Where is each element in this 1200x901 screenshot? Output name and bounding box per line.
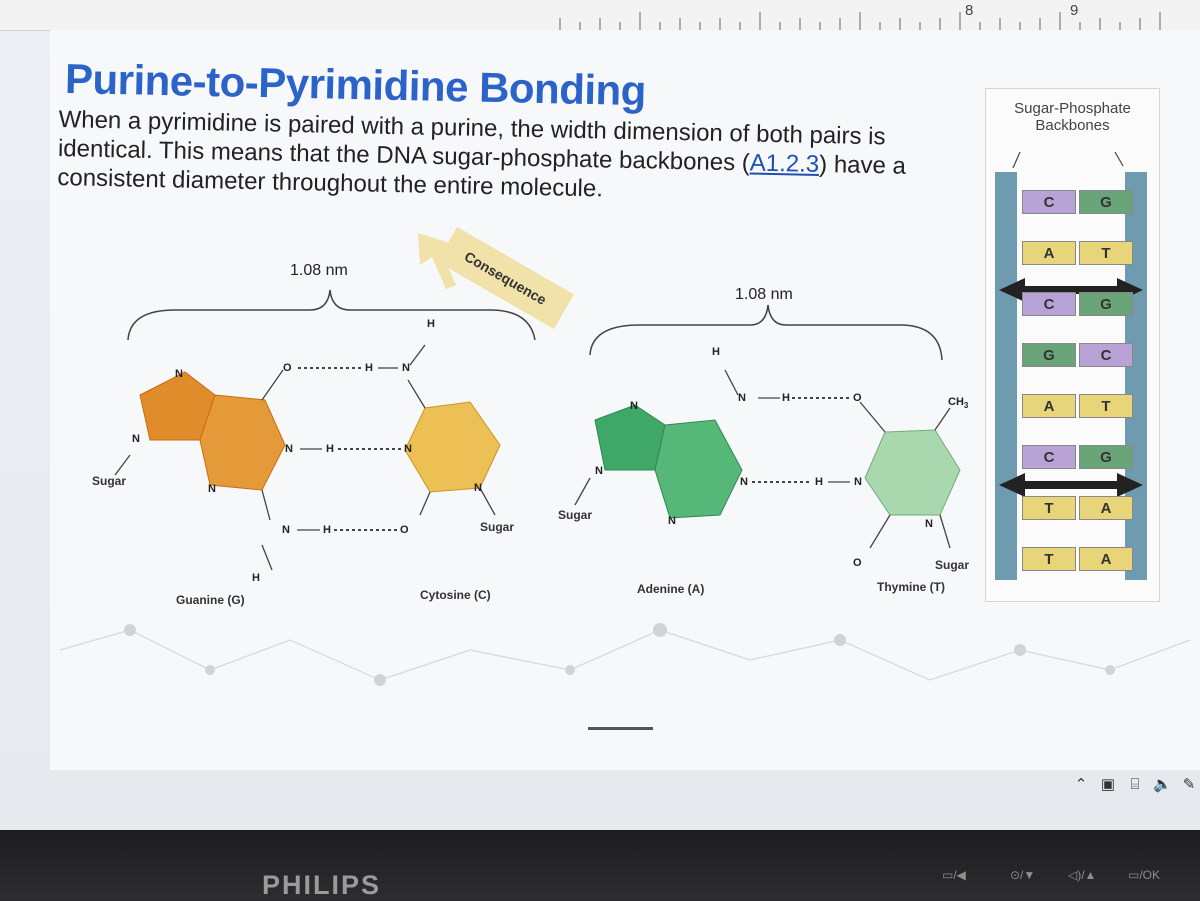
methyl-text: CH	[948, 396, 964, 408]
atom-label: H	[427, 318, 435, 330]
network-icon[interactable]: ⌸	[1126, 776, 1144, 794]
atom-label: O	[400, 524, 409, 536]
atom-label: N	[132, 433, 140, 445]
sugar-label: Sugar	[92, 474, 127, 488]
ladder-base-right: T	[1079, 394, 1133, 418]
ladder-base-right: T	[1079, 241, 1133, 265]
cytosine-ring	[404, 401, 501, 493]
ladder-base-right: A	[1079, 547, 1133, 571]
ladder-base-left: A	[1022, 394, 1076, 418]
width-brace	[127, 289, 536, 341]
atom-label: N	[740, 476, 748, 488]
screen: 8 9 Purine-to-Pyrimidine Bonding When a …	[0, 0, 1200, 830]
ladder-caption: Sugar-Phosphate Backbones	[1014, 100, 1131, 134]
volume-icon[interactable]: 🔈	[1153, 776, 1172, 794]
atom-label: O	[853, 392, 862, 404]
app-icon[interactable]: ▣	[1099, 776, 1117, 794]
atom-label: N	[285, 443, 293, 455]
width-label: 1.08 nm	[290, 262, 348, 279]
ladder-base-left: T	[1022, 496, 1076, 520]
ladder-base-right: G	[1079, 190, 1133, 214]
left-backbone	[995, 172, 1017, 580]
atom-label: N	[738, 392, 746, 404]
guanine-label: Guanine (G)	[176, 593, 245, 607]
pen-icon[interactable]: ✎	[1180, 776, 1198, 794]
atom-label: N	[474, 482, 482, 494]
ladder-base-right: G	[1079, 445, 1133, 469]
atom-label: H	[782, 392, 790, 404]
atom-label: N	[595, 465, 603, 477]
atom-label: N	[402, 362, 410, 374]
adenine-six-ring	[654, 419, 743, 519]
atom-label: H	[252, 572, 260, 584]
slide-scroll-indicator	[588, 727, 653, 730]
width-label: 1.08 nm	[735, 286, 793, 303]
atom-label: N	[630, 400, 638, 412]
atom-label: H	[365, 362, 373, 374]
atom-label: N	[925, 518, 933, 530]
atom-label: N	[404, 443, 412, 455]
cytosine-label: Cytosine (C)	[420, 588, 491, 602]
ladder-base-right: A	[1079, 496, 1133, 520]
adenine-label: Adenine (A)	[637, 582, 705, 596]
ladder-base-left: A	[1022, 241, 1076, 265]
ladder-base-left: C	[1022, 190, 1076, 214]
atom-label: N	[668, 515, 676, 527]
diameter-arrow	[999, 473, 1143, 497]
monitor-button-brightness[interactable]: ⊙/▼	[1010, 868, 1035, 882]
ladder-base-left: C	[1022, 292, 1076, 316]
monitor-brand: PHILIPS	[262, 870, 382, 900]
ladder-base-right: G	[1079, 292, 1133, 316]
monitor-button-ok[interactable]: ▭/OK	[1128, 868, 1160, 882]
ladder-base-left: C	[1022, 445, 1076, 469]
atom-label: N	[175, 368, 183, 380]
atom-label: H	[712, 346, 720, 358]
thymine-label: Thymine (T)	[877, 580, 945, 594]
monitor-button-volume[interactable]: ◁)/▲	[1068, 868, 1096, 882]
thymine-ring	[864, 429, 961, 516]
atom-label: H	[326, 443, 334, 455]
width-brace	[589, 304, 943, 361]
ladder-base-right: C	[1079, 343, 1133, 367]
monitor-button-input[interactable]: ▭/◀	[942, 868, 966, 882]
ladder-base-left: T	[1022, 547, 1076, 571]
adenine-five-ring	[594, 404, 666, 471]
methyl-label: CH3	[948, 396, 969, 411]
atom-label: O	[283, 362, 292, 374]
ladder-base-left: G	[1022, 343, 1076, 367]
sugar-label: Sugar	[480, 520, 515, 534]
monitor-bezel	[0, 830, 1200, 900]
atom-label: N	[854, 476, 862, 488]
atom-label: O	[853, 557, 862, 569]
atom-label: N	[282, 524, 290, 536]
atom-label: H	[815, 476, 823, 488]
sugar-label: Sugar	[935, 558, 970, 572]
sugar-label: Sugar	[558, 508, 593, 522]
guanine-six-ring	[199, 394, 286, 491]
atom-label: N	[208, 483, 216, 495]
system-tray: ⌃ ▣ ⌸ 🔈 ✎	[1072, 772, 1198, 798]
atom-label: H	[323, 524, 331, 536]
chevron-up-icon[interactable]: ⌃	[1072, 776, 1090, 794]
